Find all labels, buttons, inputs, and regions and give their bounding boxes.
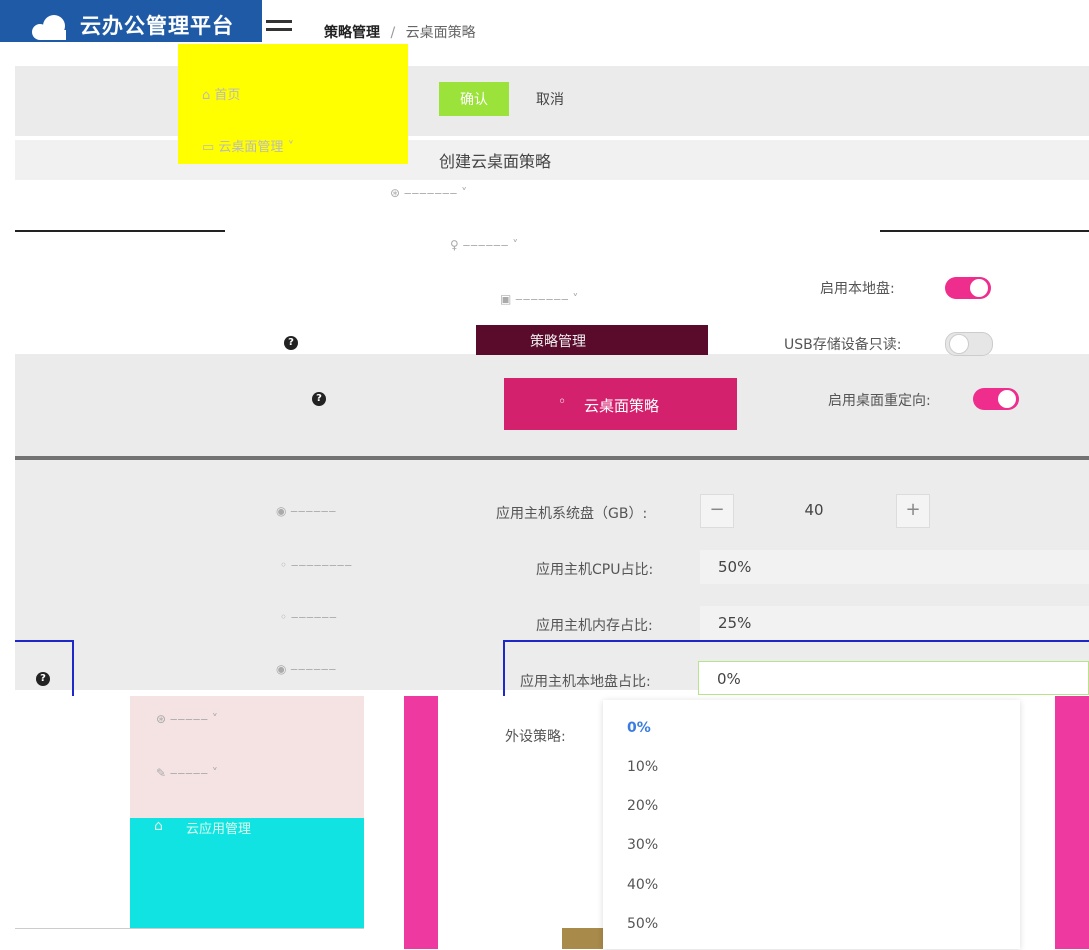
cpu-value: 50% [718,558,752,576]
dropdown-option[interactable]: 30% [627,837,658,853]
divider-line [880,230,1089,232]
breadcrumb-leaf: 云桌面策略 [405,25,476,41]
form-title: 创建云桌面策略 [439,152,552,171]
sidebar-item-home[interactable]: ⌂ 首页 [202,84,240,103]
local-disk-ratio-label: 应用主机本地盘占比: [520,674,651,690]
breadcrumb-separator: / [390,25,396,41]
highlight-box-left [15,640,74,696]
logo-bar: 云办公管理平台 [0,0,262,42]
cancel-button[interactable]: 取消 [520,82,580,116]
faint-submenu-item: ◉ ‒‒‒‒‒‒ [276,504,337,518]
increase-button[interactable]: + [896,494,930,528]
faint-menu-row: ▣ ‒‒‒‒‒‒‒ ˅ [500,292,579,306]
faint-menu-row: ⊛ ‒‒‒‒‒‒‒ ˅ [390,186,468,200]
title-strip [15,140,1089,180]
local-disk-ratio-select[interactable]: 0% [698,661,1089,695]
usb-readonly-label: USB存储设备只读: [784,337,902,353]
sidebar-item-policy-manage[interactable]: 策略管理 [476,325,708,355]
faint-menu-row: ✎ ‒‒‒‒‒ ˅ [156,766,218,780]
dropdown-option[interactable]: 50% [627,916,658,932]
sidebar-item-desktop-policy[interactable]: ◦ 云桌面策略 [504,378,737,430]
cloud-logo-icon [32,15,66,40]
faint-submenu-item: ◉ ‒‒‒‒‒‒ [276,662,337,676]
memory-value: 25% [718,614,752,632]
local-disk-label: 启用本地盘: [820,281,895,297]
system-disk-label: 应用主机系统盘（GB）: [496,506,648,522]
sidebar-item-cloud-app[interactable]: ⌂ 云应用管理 [130,818,364,928]
desktop-redirect-switch[interactable] [973,388,1019,410]
faint-submenu-item: ◦ ‒‒‒‒‒‒‒‒ [280,558,352,572]
menu-toggle-icon[interactable] [266,20,292,40]
local-disk-switch[interactable] [945,277,991,299]
peripheral-label: 外设策略: [505,729,566,745]
cpu-select[interactable]: 50% [700,550,1089,584]
sidebar-menu: ⌂ 首页 ▭ 云桌面管理 ˅ [178,44,408,164]
desktop-redirect-label: 启用桌面重定向: [828,393,931,409]
divider-line [15,456,1089,460]
dropdown-option[interactable]: 40% [627,877,658,893]
desktop-policy-label: 云桌面策略 [584,397,660,415]
breadcrumb: 策略管理 / 云桌面策略 [324,22,476,42]
faint-submenu-item: ◦ ‒‒‒‒‒‒ [280,610,337,624]
cloud-app-label: 云应用管理 [186,822,252,837]
pink-bar [404,696,438,949]
decrease-button[interactable]: − [700,494,734,528]
cloud-app-icon: ⌂ [154,818,163,834]
cpu-label: 应用主机CPU占比: [536,562,654,578]
dropdown-option[interactable]: 0% [627,720,651,736]
memory-label: 应用主机内存占比: [536,618,653,634]
help-icon[interactable]: ? [312,392,326,406]
breadcrumb-current[interactable]: 策略管理 [324,25,380,41]
help-icon[interactable]: ? [284,336,298,350]
app-title: 云办公管理平台 [80,14,234,38]
policy-manage-label: 策略管理 [530,334,586,350]
pink-bar [1055,696,1089,949]
gray-strip [15,66,1089,80]
divider-line [15,230,225,232]
dropdown-option[interactable]: 10% [627,759,658,775]
local-disk-ratio-value: 0% [717,670,741,688]
faint-menu-row: ♀ ‒‒‒‒‒‒ ˅ [450,238,519,252]
system-disk-input[interactable]: 40 [734,494,894,526]
ratio-dropdown-menu: 0% 10% 20% 30% 40% 50% [603,700,1020,949]
left-bottom-frame [15,928,364,950]
memory-select[interactable]: 25% [700,606,1089,640]
bullet-icon: ◦ [558,394,567,410]
faint-menu-row: ⊛ ‒‒‒‒‒ ˅ [156,712,218,726]
usb-readonly-switch[interactable] [945,332,993,356]
sidebar-item-desktop-manage[interactable]: ▭ 云桌面管理 ˅ [202,136,294,155]
confirm-button[interactable]: 确认 [439,82,509,116]
dropdown-option[interactable]: 20% [627,798,658,814]
